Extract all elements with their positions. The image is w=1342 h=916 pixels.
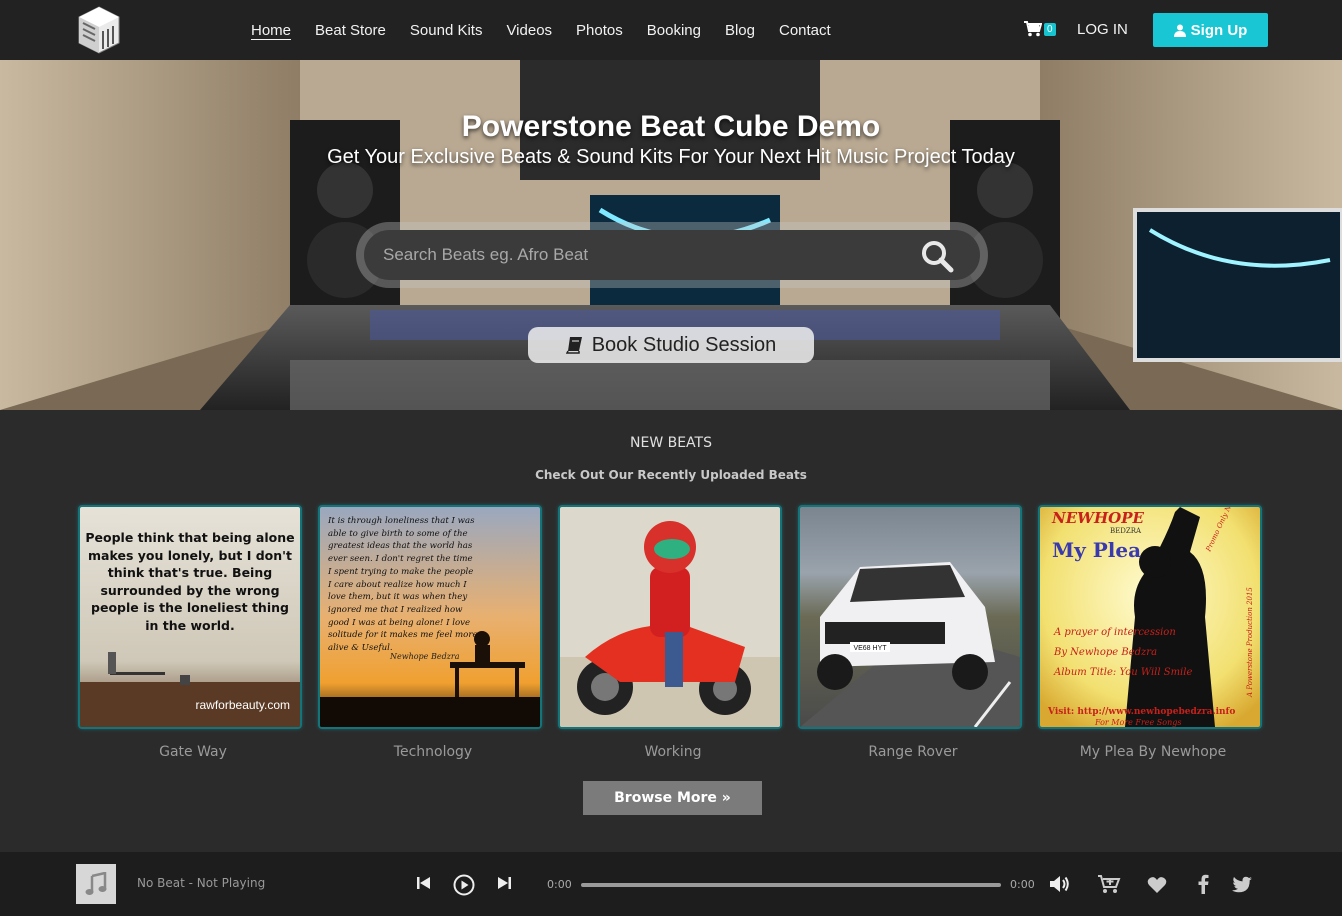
cart-button[interactable]: 0 xyxy=(1024,21,1056,37)
login-link[interactable]: LOG IN xyxy=(1077,21,1128,38)
beat-name-gate-way[interactable]: Gate Way xyxy=(81,744,305,760)
cover-side-text: A Powerstone Production 2015 xyxy=(1246,587,1254,698)
site-logo[interactable] xyxy=(77,5,121,55)
beat-cover-image: People think that being alone makes you … xyxy=(80,507,300,727)
beat-name-working[interactable]: Working xyxy=(561,744,785,760)
nav-videos[interactable]: Videos xyxy=(506,22,552,39)
nav-home[interactable]: Home xyxy=(251,22,291,39)
cover-url: Visit: http://www.newhopebedzra.info xyxy=(1047,707,1235,717)
search-input[interactable] xyxy=(383,245,903,265)
cover-more: For More Free Songs xyxy=(1094,718,1181,727)
cart-count-badge: 0 xyxy=(1044,22,1056,36)
beat-card-range-rover[interactable]: VE68 HYT xyxy=(798,505,1022,729)
license-plate: VE68 HYT xyxy=(853,645,887,652)
beat-cover-image: VE68 HYT xyxy=(800,507,1020,727)
track-thumbnail xyxy=(76,864,116,904)
current-time: 0:00 xyxy=(547,878,572,891)
beat-cover-image: NEWHOPE BEDZRA My Plea A prayer of inter… xyxy=(1040,507,1260,727)
cover-brand-sub: BEDZRA xyxy=(1110,527,1142,535)
cover-line-1: A prayer of intercession xyxy=(1053,627,1176,638)
navbar: Home Beat Store Sound Kits Videos Photos… xyxy=(0,0,1342,60)
nav-contact[interactable]: Contact xyxy=(779,22,831,39)
book-studio-session-label: Book Studio Session xyxy=(591,333,777,356)
cover-quote: People think that being alone makes you … xyxy=(85,530,295,633)
previous-track-icon[interactable] xyxy=(416,874,432,892)
now-playing-status: Not Playing xyxy=(196,876,266,890)
hero-banner: Powerstone Beat Cube Demo Get Your Exclu… xyxy=(0,60,1342,410)
cover-line-2: By Newhope Bedzra xyxy=(1053,647,1157,658)
favorite-heart-icon[interactable] xyxy=(1147,876,1167,894)
audio-player-bar: No Beat - Not Playing 0:00 0:00 xyxy=(0,852,1342,916)
nav-beat-store[interactable]: Beat Store xyxy=(315,22,386,39)
beat-card-gate-way[interactable]: People think that being alone makes you … xyxy=(78,505,302,729)
cover-credit: Newhope Bedzra xyxy=(389,652,460,661)
book-studio-session-button[interactable]: Book Studio Session xyxy=(528,327,814,363)
next-track-icon[interactable] xyxy=(496,874,512,892)
beat-name-my-plea[interactable]: My Plea By Newhope xyxy=(1041,744,1265,760)
new-beats-subtitle: Check Out Our Recently Uploaded Beats xyxy=(535,468,807,482)
signup-label: Sign Up xyxy=(1190,21,1248,39)
book-icon xyxy=(565,337,582,354)
new-beats-title: NEW BEATS xyxy=(630,435,712,451)
beat-cover-image: It is through loneliness that I was able… xyxy=(320,507,540,727)
now-playing-text: No Beat - Not Playing xyxy=(137,876,266,890)
beat-card-my-plea[interactable]: NEWHOPE BEDZRA My Plea A prayer of inter… xyxy=(1038,505,1262,729)
search-icon[interactable] xyxy=(920,239,954,273)
search-box xyxy=(364,230,980,280)
main-nav: Home Beat Store Sound Kits Videos Photos… xyxy=(251,0,855,60)
cover-line-3: Album Title: You Will Smile xyxy=(1053,667,1192,678)
search-bar xyxy=(356,222,988,288)
add-to-cart-icon[interactable] xyxy=(1097,874,1121,894)
beat-cover-image xyxy=(560,507,780,727)
progress-bar[interactable] xyxy=(581,883,1001,887)
cover-quote: It is through loneliness that I was able… xyxy=(328,516,478,654)
nav-sound-kits[interactable]: Sound Kits xyxy=(410,22,483,39)
volume-icon[interactable] xyxy=(1049,874,1071,894)
cover-brand: NEWHOPE xyxy=(1051,509,1145,527)
user-icon xyxy=(1173,24,1186,37)
play-icon[interactable] xyxy=(453,874,475,896)
beat-card-technology[interactable]: It is through loneliness that I was able… xyxy=(318,505,542,729)
cover-credit: rawforbeauty.com xyxy=(196,698,290,712)
beat-name-technology[interactable]: Technology xyxy=(321,744,545,760)
nav-booking[interactable]: Booking xyxy=(647,22,701,39)
browse-more-button[interactable]: Browse More » xyxy=(583,781,762,815)
beat-card-working[interactable] xyxy=(558,505,782,729)
cart-icon xyxy=(1024,21,1042,37)
now-playing-title: No Beat xyxy=(137,876,185,890)
nav-blog[interactable]: Blog xyxy=(725,22,755,39)
twitter-share-icon[interactable] xyxy=(1231,876,1253,894)
beat-name-range-rover[interactable]: Range Rover xyxy=(801,744,1025,760)
signup-button[interactable]: Sign Up xyxy=(1153,13,1268,47)
music-note-icon xyxy=(85,872,107,895)
hero-subtitle: Get Your Exclusive Beats & Sound Kits Fo… xyxy=(327,146,1015,168)
total-time: 0:00 xyxy=(1010,878,1035,891)
nav-photos[interactable]: Photos xyxy=(576,22,623,39)
hero-title: Powerstone Beat Cube Demo xyxy=(461,110,881,143)
cover-title: My Plea xyxy=(1052,538,1141,562)
facebook-share-icon[interactable] xyxy=(1197,874,1209,894)
